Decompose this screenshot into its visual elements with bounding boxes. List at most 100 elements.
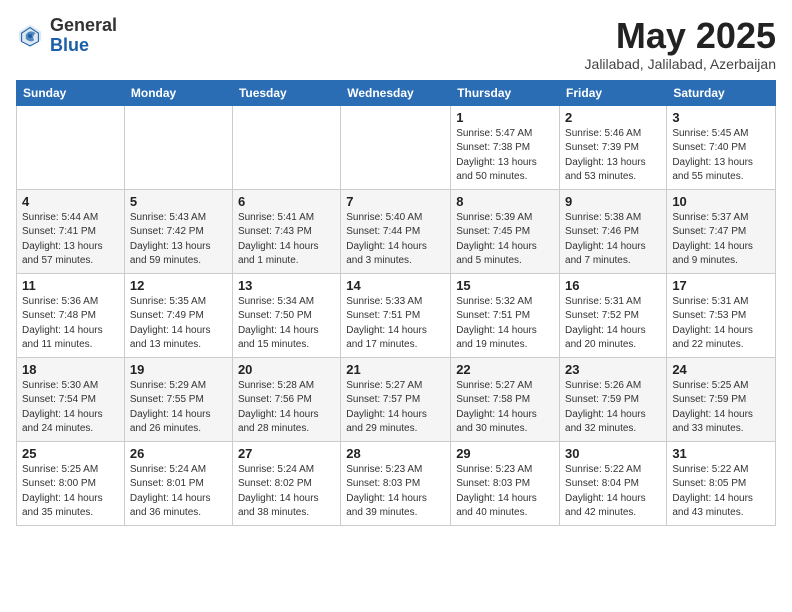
calendar-cell xyxy=(341,105,451,189)
calendar-cell: 31 Sunrise: 5:22 AM Sunset: 8:05 PM Dayli… xyxy=(667,441,776,525)
day-number: 24 xyxy=(672,362,770,377)
calendar-cell: 7Sunrise: 5:40 AM Sunset: 7:44 PM Daylig… xyxy=(341,189,451,273)
page-header: General Blue May 2025 Jalilabad, Jalilab… xyxy=(16,16,776,72)
day-number: 12 xyxy=(130,278,227,293)
day-number: 26 xyxy=(130,446,227,461)
calendar-cell: 1Sunrise: 5:47 AM Sunset: 7:38 PM Daylig… xyxy=(451,105,560,189)
day-header-friday: Friday xyxy=(560,80,667,105)
day-number: 7 xyxy=(346,194,445,209)
day-info: Sunrise: 5:32 AM Sunset: 7:51 PM Dayligh… xyxy=(456,295,554,353)
calendar-cell: 30 Sunrise: 5:22 AM Sunset: 8:04 PM Dayli… xyxy=(560,441,667,525)
month-title: May 2025 xyxy=(585,16,776,56)
day-info: Sunrise: 5:30 AM Sunset: 7:54 PM Dayligh… xyxy=(22,379,119,437)
calendar-cell: 2 Sunrise: 5:46 AM Sunset: 7:39 PM Daylig… xyxy=(560,105,667,189)
day-number: 13 xyxy=(238,278,335,293)
calendar-cell: 10 Sunrise: 5:37 AM Sunset: 7:47 PM Dayli… xyxy=(667,189,776,273)
day-number: 17 xyxy=(672,278,770,293)
calendar-cell: 18 Sunrise: 5:30 AM Sunset: 7:54 PM Dayli… xyxy=(17,357,125,441)
day-number: 2 xyxy=(565,110,661,125)
calendar-cell: 3Sunrise: 5:45 AM Sunset: 7:40 PM Daylig… xyxy=(667,105,776,189)
day-info: Sunrise: 5:44 AM Sunset: 7:41 PM Dayligh… xyxy=(22,211,119,269)
day-header-saturday: Saturday xyxy=(667,80,776,105)
day-header-wednesday: Wednesday xyxy=(341,80,451,105)
day-info: Sunrise: 5:24 AM Sunset: 8:02 PM Dayligh… xyxy=(238,463,335,521)
calendar-cell: 19 Sunrise: 5:29 AM Sunset: 7:55 PM Dayli… xyxy=(124,357,232,441)
calendar-cell: 23 Sunrise: 5:26 AM Sunset: 7:59 PM Dayli… xyxy=(560,357,667,441)
day-info: Sunrise: 5:23 AM Sunset: 8:03 PM Dayligh… xyxy=(346,463,445,521)
calendar-cell: 6Sunrise: 5:41 AM Sunset: 7:43 PM Daylig… xyxy=(232,189,340,273)
day-number: 20 xyxy=(238,362,335,377)
day-number: 4 xyxy=(22,194,119,209)
day-number: 10 xyxy=(672,194,770,209)
day-number: 23 xyxy=(565,362,661,377)
calendar-table: SundayMondayTuesdayWednesdayThursdayFrid… xyxy=(16,80,776,526)
day-number: 11 xyxy=(22,278,119,293)
day-number: 21 xyxy=(346,362,445,377)
week-row-4: 18 Sunrise: 5:30 AM Sunset: 7:54 PM Dayli… xyxy=(17,357,776,441)
day-header-sunday: Sunday xyxy=(17,80,125,105)
day-info: Sunrise: 5:37 AM Sunset: 7:47 PM Dayligh… xyxy=(672,211,770,269)
week-row-1: 1Sunrise: 5:47 AM Sunset: 7:38 PM Daylig… xyxy=(17,105,776,189)
day-info: Sunrise: 5:35 AM Sunset: 7:49 PM Dayligh… xyxy=(130,295,227,353)
day-number: 16 xyxy=(565,278,661,293)
day-number: 19 xyxy=(130,362,227,377)
day-info: Sunrise: 5:45 AM Sunset: 7:40 PM Dayligh… xyxy=(672,127,770,185)
calendar-cell: 5 Sunrise: 5:43 AM Sunset: 7:42 PM Daylig… xyxy=(124,189,232,273)
calendar-cell: 25 Sunrise: 5:25 AM Sunset: 8:00 PM Dayli… xyxy=(17,441,125,525)
calendar-cell: 29Sunrise: 5:23 AM Sunset: 8:03 PM Dayli… xyxy=(451,441,560,525)
day-info: Sunrise: 5:27 AM Sunset: 7:58 PM Dayligh… xyxy=(456,379,554,437)
week-row-2: 4 Sunrise: 5:44 AM Sunset: 7:41 PM Daylig… xyxy=(17,189,776,273)
logo-general: General xyxy=(50,15,117,35)
logo-text: General Blue xyxy=(50,16,117,56)
day-info: Sunrise: 5:26 AM Sunset: 7:59 PM Dayligh… xyxy=(565,379,661,437)
day-number: 14 xyxy=(346,278,445,293)
calendar-cell: 9Sunrise: 5:38 AM Sunset: 7:46 PM Daylig… xyxy=(560,189,667,273)
day-number: 28 xyxy=(346,446,445,461)
day-info: Sunrise: 5:24 AM Sunset: 8:01 PM Dayligh… xyxy=(130,463,227,521)
day-info: Sunrise: 5:23 AM Sunset: 8:03 PM Dayligh… xyxy=(456,463,554,521)
day-info: Sunrise: 5:22 AM Sunset: 8:04 PM Dayligh… xyxy=(565,463,661,521)
calendar-cell: 26 Sunrise: 5:24 AM Sunset: 8:01 PM Dayli… xyxy=(124,441,232,525)
day-number: 18 xyxy=(22,362,119,377)
day-number: 5 xyxy=(130,194,227,209)
day-info: Sunrise: 5:25 AM Sunset: 7:59 PM Dayligh… xyxy=(672,379,770,437)
calendar-cell: 24 Sunrise: 5:25 AM Sunset: 7:59 PM Dayli… xyxy=(667,357,776,441)
calendar-cell xyxy=(124,105,232,189)
day-info: Sunrise: 5:22 AM Sunset: 8:05 PM Dayligh… xyxy=(672,463,770,521)
logo-icon xyxy=(16,22,44,50)
logo-blue: Blue xyxy=(50,35,89,55)
title-block: May 2025 Jalilabad, Jalilabad, Azerbaija… xyxy=(585,16,776,72)
day-info: Sunrise: 5:25 AM Sunset: 8:00 PM Dayligh… xyxy=(22,463,119,521)
day-info: Sunrise: 5:29 AM Sunset: 7:55 PM Dayligh… xyxy=(130,379,227,437)
day-number: 30 xyxy=(565,446,661,461)
day-number: 8 xyxy=(456,194,554,209)
calendar-cell: 22 Sunrise: 5:27 AM Sunset: 7:58 PM Dayli… xyxy=(451,357,560,441)
day-number: 27 xyxy=(238,446,335,461)
day-number: 31 xyxy=(672,446,770,461)
day-info: Sunrise: 5:39 AM Sunset: 7:45 PM Dayligh… xyxy=(456,211,554,269)
header-row: SundayMondayTuesdayWednesdayThursdayFrid… xyxy=(17,80,776,105)
day-header-tuesday: Tuesday xyxy=(232,80,340,105)
calendar-cell: 12 Sunrise: 5:35 AM Sunset: 7:49 PM Dayli… xyxy=(124,273,232,357)
day-number: 22 xyxy=(456,362,554,377)
calendar-cell: 13Sunrise: 5:34 AM Sunset: 7:50 PM Dayli… xyxy=(232,273,340,357)
calendar-cell: 15 Sunrise: 5:32 AM Sunset: 7:51 PM Dayli… xyxy=(451,273,560,357)
day-info: Sunrise: 5:47 AM Sunset: 7:38 PM Dayligh… xyxy=(456,127,554,185)
day-number: 25 xyxy=(22,446,119,461)
day-info: Sunrise: 5:46 AM Sunset: 7:39 PM Dayligh… xyxy=(565,127,661,185)
day-info: Sunrise: 5:27 AM Sunset: 7:57 PM Dayligh… xyxy=(346,379,445,437)
calendar-cell: 21 Sunrise: 5:27 AM Sunset: 7:57 PM Dayli… xyxy=(341,357,451,441)
week-row-3: 11 Sunrise: 5:36 AM Sunset: 7:48 PM Dayli… xyxy=(17,273,776,357)
day-info: Sunrise: 5:43 AM Sunset: 7:42 PM Dayligh… xyxy=(130,211,227,269)
logo: General Blue xyxy=(16,16,117,56)
day-info: Sunrise: 5:31 AM Sunset: 7:52 PM Dayligh… xyxy=(565,295,661,353)
calendar-cell: 4 Sunrise: 5:44 AM Sunset: 7:41 PM Daylig… xyxy=(17,189,125,273)
day-info: Sunrise: 5:28 AM Sunset: 7:56 PM Dayligh… xyxy=(238,379,335,437)
calendar-cell: 16 Sunrise: 5:31 AM Sunset: 7:52 PM Dayli… xyxy=(560,273,667,357)
day-info: Sunrise: 5:36 AM Sunset: 7:48 PM Dayligh… xyxy=(22,295,119,353)
day-number: 15 xyxy=(456,278,554,293)
calendar-cell: 17Sunrise: 5:31 AM Sunset: 7:53 PM Dayli… xyxy=(667,273,776,357)
day-header-monday: Monday xyxy=(124,80,232,105)
calendar-cell: 11 Sunrise: 5:36 AM Sunset: 7:48 PM Dayli… xyxy=(17,273,125,357)
calendar-cell: 8 Sunrise: 5:39 AM Sunset: 7:45 PM Daylig… xyxy=(451,189,560,273)
